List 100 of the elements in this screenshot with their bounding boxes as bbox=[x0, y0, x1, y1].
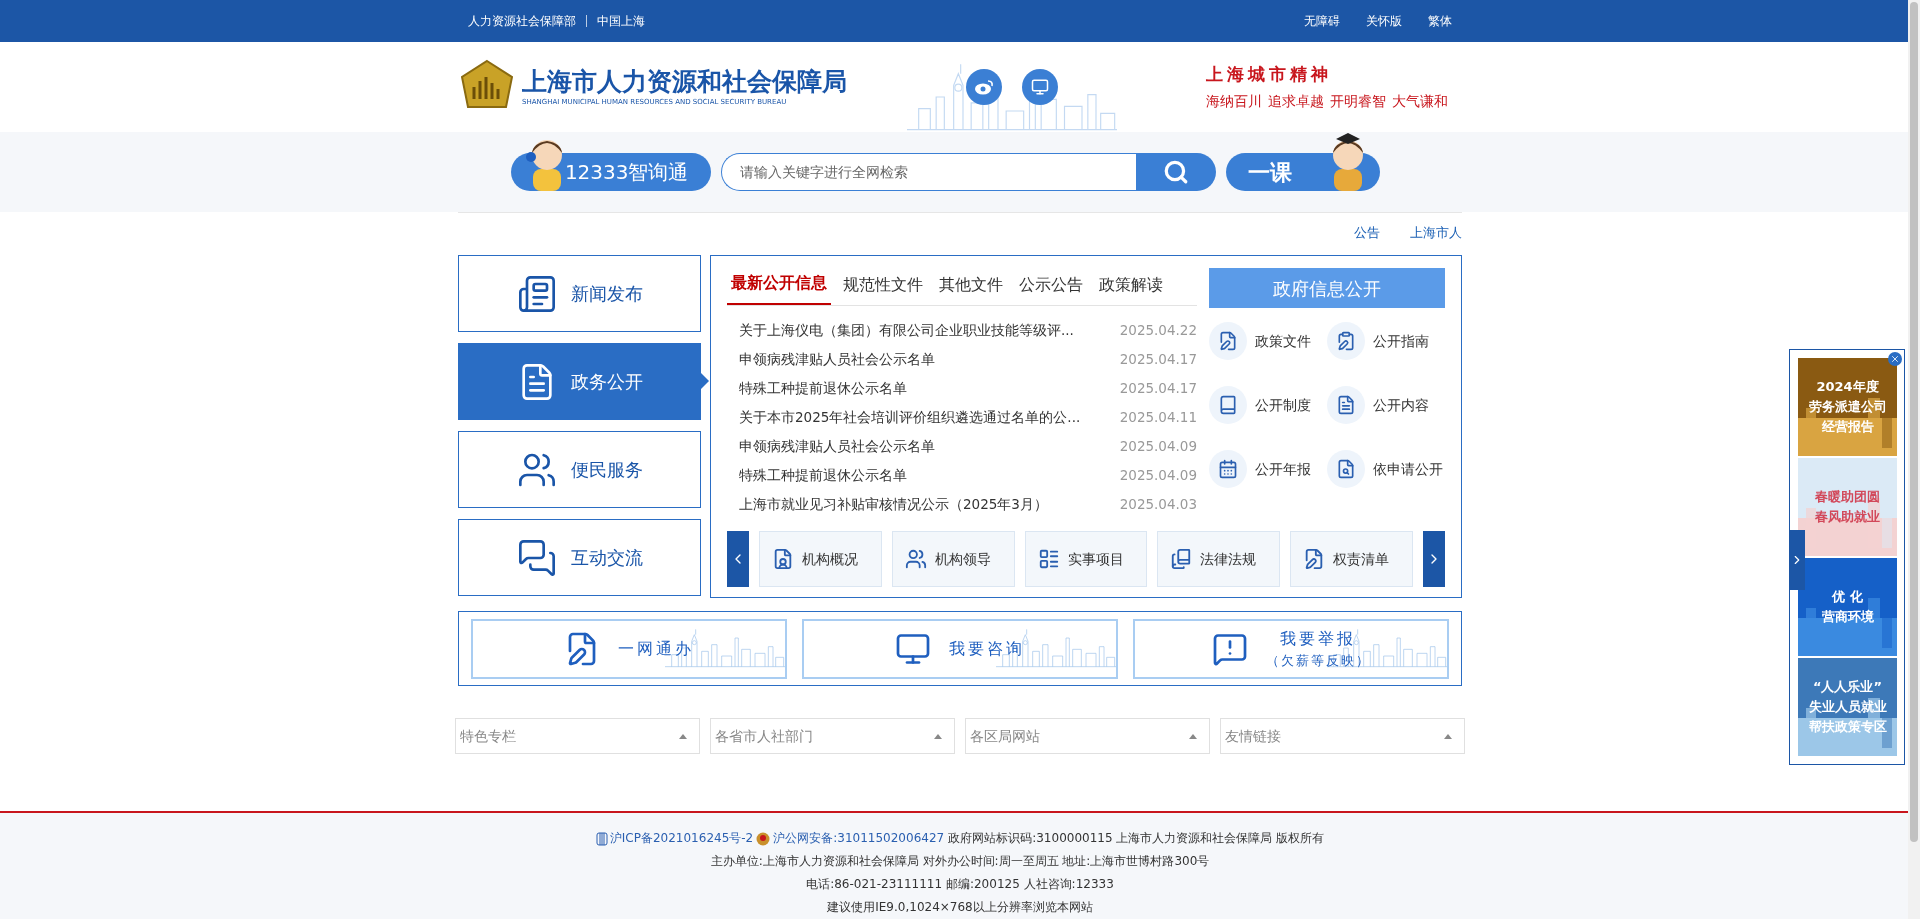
info-link[interactable]: 公开年报 bbox=[1209, 450, 1327, 488]
pointer-arrow bbox=[701, 373, 709, 389]
books-icon bbox=[1170, 548, 1193, 570]
info-link[interactable]: 政策文件 bbox=[1209, 322, 1327, 360]
tab[interactable]: 最新公开信息 bbox=[727, 271, 831, 305]
banner-text: 优 化 bbox=[1832, 588, 1863, 606]
tab[interactable]: 政策解读 bbox=[1095, 273, 1167, 305]
news-date: 2025.04.17 bbox=[1119, 350, 1197, 370]
side-nav-item[interactable]: 便民服务 bbox=[458, 431, 701, 508]
pillar-icon bbox=[595, 831, 608, 846]
motto-item: 追求卓越 bbox=[1268, 92, 1324, 112]
close-icon bbox=[1890, 354, 1900, 364]
banner-text: 劳务派遣公司 bbox=[1808, 398, 1887, 416]
side-nav-item[interactable]: 互动交流 bbox=[458, 519, 701, 596]
search-icon bbox=[1162, 159, 1189, 185]
newspaper-icon bbox=[516, 273, 557, 314]
close-button[interactable] bbox=[1888, 352, 1902, 366]
motto-item: 开明睿智 bbox=[1330, 92, 1386, 112]
file-search-icon bbox=[1327, 450, 1365, 488]
clipboard-pen-icon bbox=[1327, 322, 1365, 360]
banner-text: 帮扶政策专区 bbox=[1808, 718, 1887, 736]
side-nav-item[interactable]: 新闻发布 bbox=[458, 255, 701, 332]
banner-text: 春风助就业 bbox=[1815, 508, 1880, 526]
dropdown-select[interactable]: 特色专栏 bbox=[455, 718, 700, 754]
tab[interactable]: 公示公告 bbox=[1015, 273, 1087, 305]
next-button[interactable] bbox=[1423, 531, 1445, 587]
carousel-item[interactable]: 实事项目 bbox=[1024, 531, 1148, 587]
top-link[interactable]: 人力资源社会保障部 bbox=[468, 12, 576, 30]
news-link[interactable]: 申领病残津贴人员社会公示名单 bbox=[739, 436, 935, 457]
footer-text: 政府网站标识码:3100000115 上海市人力资源和社会保障局 版权所有 bbox=[948, 830, 1325, 847]
news-date: 2025.04.17 bbox=[1119, 379, 1197, 399]
list-icon bbox=[1037, 548, 1060, 570]
monitor-icon[interactable] bbox=[1022, 69, 1058, 105]
service-button[interactable]: 一网通办 bbox=[471, 618, 787, 679]
tab[interactable]: 规范性文件 bbox=[839, 273, 927, 305]
news-link[interactable]: 关于上海仪电（集团）有限公司企业职业技能等级评... bbox=[739, 320, 1074, 341]
search-button[interactable] bbox=[1135, 153, 1216, 191]
file-pen-icon bbox=[1209, 322, 1247, 360]
footer-text: 主办单位:上海市人力资源和社会保障局 对外办公时间:周一至周五 地址:上海市世博村路300号 bbox=[709, 853, 1211, 870]
banner-text: 春暖助团圆 bbox=[1815, 488, 1880, 506]
icp-link[interactable]: 沪ICP备2021016245号-2 bbox=[609, 827, 754, 850]
promo-banner[interactable]: 2024年度 劳务派遣公司 经营报告 bbox=[1798, 358, 1897, 456]
users-icon bbox=[904, 548, 927, 570]
dropdown-select[interactable]: 友情链接 bbox=[1220, 718, 1465, 754]
tab[interactable]: 其他文件 bbox=[935, 273, 1007, 305]
info-link[interactable]: 公开制度 bbox=[1209, 386, 1327, 424]
info-link[interactable]: 依申请公开 bbox=[1327, 450, 1445, 488]
banner-text: 营商环境 bbox=[1821, 608, 1874, 626]
notice-link[interactable]: 公告 bbox=[1354, 222, 1380, 243]
caret-icon bbox=[679, 733, 687, 739]
motto-item: 大气谦和 bbox=[1392, 92, 1448, 112]
motto-title: 上海城市精神 bbox=[1206, 62, 1333, 86]
news-link[interactable]: 特殊工种提前退休公示名单 bbox=[739, 465, 907, 486]
notice-link[interactable]: 上海市人 bbox=[1410, 222, 1462, 243]
promo-banner[interactable]: 春暖助团圆 春风助就业 bbox=[1798, 458, 1897, 556]
news-date: 2025.04.11 bbox=[1119, 408, 1197, 428]
carousel-item[interactable]: 权责清单 bbox=[1290, 531, 1414, 587]
news-link[interactable]: 上海市就业见习补贴审核情况公示（2025年3月） bbox=[739, 494, 1048, 515]
search-field[interactable]: 请输入关键字进行全网检索 bbox=[720, 153, 1136, 191]
top-link[interactable]: 中国上海 bbox=[597, 12, 645, 30]
dropdown-select[interactable]: 各区局网站 bbox=[965, 718, 1210, 754]
banner-text: 2024年度 bbox=[1816, 378, 1879, 396]
book-icon bbox=[1209, 386, 1247, 424]
police-badge-icon bbox=[756, 831, 771, 846]
info-link[interactable]: 公开指南 bbox=[1327, 322, 1445, 360]
previous-button[interactable] bbox=[727, 531, 749, 587]
banner-text: 失业人员就业 bbox=[1808, 698, 1887, 716]
carousel-item[interactable]: 机构概况 bbox=[758, 531, 882, 587]
carousel-item[interactable]: 机构领导 bbox=[891, 531, 1015, 587]
top-link[interactable]: 无障碍 bbox=[1304, 12, 1340, 30]
news-date: 2025.04.22 bbox=[1119, 321, 1197, 341]
banner-text: 经营报告 bbox=[1821, 418, 1874, 436]
side-nav-item[interactable]: 政务公开 bbox=[458, 343, 701, 420]
info-link[interactable]: 公开内容 bbox=[1327, 386, 1445, 424]
news-link[interactable]: 申领病残津贴人员社会公示名单 bbox=[739, 349, 935, 370]
service-button[interactable]: 我要咨询 bbox=[802, 618, 1118, 679]
calendar-icon bbox=[1209, 450, 1247, 488]
caret-icon bbox=[1444, 733, 1452, 739]
news-date: 2025.04.03 bbox=[1119, 495, 1197, 515]
footer-text: 电话:86-021-23111111 邮编:200125 人社咨询:12333 bbox=[805, 876, 1115, 893]
banner-text: “人人乐业” bbox=[1812, 678, 1883, 696]
top-link[interactable]: 关怀版 bbox=[1366, 12, 1402, 30]
police-record-link[interactable]: 沪公网安备:31011502006427 bbox=[773, 827, 945, 850]
document-icon bbox=[1327, 386, 1365, 424]
chat-bubbles-icon bbox=[516, 537, 557, 578]
footer-text: 建议使用IE9.0,1024×768以上分辨率浏览本网站 bbox=[826, 899, 1094, 916]
swirl-icon[interactable] bbox=[966, 69, 1002, 105]
motto-item: 海纳百川 bbox=[1206, 92, 1262, 112]
promo-banner[interactable]: “人人乐业” 失业人员就业 帮扶政策专区 bbox=[1798, 658, 1897, 756]
caret-icon bbox=[1189, 733, 1197, 739]
caret-icon bbox=[934, 733, 942, 739]
top-link[interactable]: 繁体 bbox=[1428, 12, 1452, 30]
promo-banner[interactable]: 优 化 营商环境 bbox=[1798, 558, 1897, 656]
news-link[interactable]: 特殊工种提前退休公示名单 bbox=[739, 378, 907, 399]
dropdown-select[interactable]: 各省市人社部门 bbox=[710, 718, 955, 754]
news-date: 2025.04.09 bbox=[1119, 466, 1197, 486]
service-button[interactable]: 我要举报 （欠薪等反映） bbox=[1133, 618, 1449, 679]
news-link[interactable]: 关于本市2025年社会培训评价组织遴选通过名单的公... bbox=[739, 407, 1081, 428]
scrollbar[interactable] bbox=[1908, 0, 1920, 919]
carousel-item[interactable]: 法律法规 bbox=[1157, 531, 1281, 587]
